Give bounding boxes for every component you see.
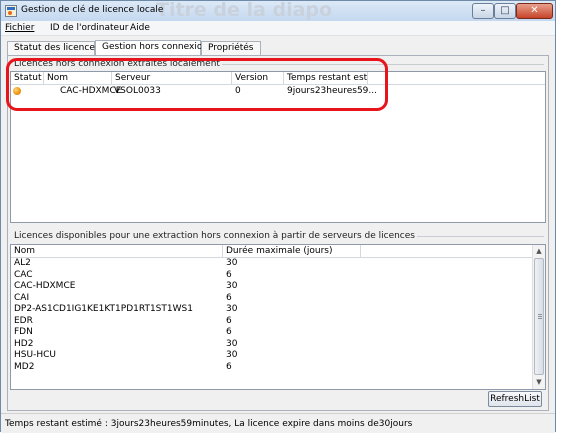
grip: [538, 316, 542, 317]
row-remaining: 9jours23heures59...: [287, 86, 377, 96]
row-name: CAC: [14, 269, 33, 280]
row-max-days: 30: [226, 338, 238, 349]
minimize-icon: –: [480, 5, 486, 16]
minimize-button[interactable]: –: [472, 3, 494, 19]
tab-panel: Licences hors connexion extraites locale…: [7, 55, 549, 411]
list-header: Statut Nom Serveur Version Temps restant…: [11, 72, 545, 85]
row-max-days: 6: [226, 315, 232, 326]
status-orange-icon: [13, 87, 21, 95]
row-server: VSOL0033: [114, 86, 161, 96]
local-licences-group-label: Licences hors connexion extraites locale…: [12, 59, 222, 69]
tab-statut-licences[interactable]: Statut des licences: [7, 41, 100, 55]
row-max-days: 6: [226, 327, 232, 337]
row-version: 0: [235, 86, 241, 96]
maximize-button[interactable]: □: [494, 3, 516, 19]
row-name: HD2: [14, 338, 34, 349]
row-max-days: 6: [226, 269, 232, 280]
row-name: FDN: [14, 327, 33, 337]
scrollbar[interactable]: ▲ ▼: [532, 245, 545, 389]
app-window: Titre de la diapo Gestion de clé de lice…: [0, 0, 556, 433]
server-licences-list[interactable]: Nom Durée maximale (jours) AL2 30 CAC 6 CAC-…: [10, 244, 546, 390]
row-name: DP2-AS1CD1IG1KE1KT1PD1RT1ST1WS1: [14, 304, 193, 314]
row-max-days: 30: [226, 281, 238, 291]
row-max-days: 6: [226, 292, 232, 303]
scroll-up-icon[interactable]: ▲: [533, 245, 545, 257]
row-max-days: 30: [226, 304, 238, 314]
grip: [538, 318, 542, 319]
maximize-icon: □: [500, 5, 510, 16]
local-licences-list[interactable]: Statut Nom Serveur Version Temps restant…: [10, 71, 546, 223]
window-title: Gestion de clé de licence locale: [21, 5, 164, 15]
close-icon: ✕: [530, 5, 539, 16]
tab-label: Gestion hors connexion: [102, 42, 209, 52]
tab-proprietes[interactable]: Propriétés: [201, 41, 261, 55]
row-max-days: 30: [226, 258, 238, 268]
refresh-list-button[interactable]: RefreshList: [488, 391, 542, 407]
close-button[interactable]: ✕: [516, 3, 553, 19]
column-header-nom[interactable]: Nom: [44, 72, 112, 84]
list-header: Nom Durée maximale (jours): [11, 245, 545, 258]
column-header-version[interactable]: Version: [232, 72, 284, 84]
row-name: AL2: [14, 258, 31, 268]
tab-label: Propriétés: [208, 43, 254, 53]
column-header-nom[interactable]: Nom: [11, 245, 223, 257]
menu-bar: Fichier ID de l'ordinateur Aide: [1, 21, 555, 36]
menu-id-ordinateur[interactable]: ID de l'ordinateur: [50, 23, 128, 33]
column-header-duree-max[interactable]: Durée maximale (jours): [223, 245, 361, 257]
row-max-days: 6: [226, 361, 232, 372]
row-name: CAC-HDXMCE: [14, 281, 76, 291]
row-max-days: 30: [226, 350, 238, 360]
menu-fichier[interactable]: Fichier: [5, 23, 34, 33]
grip: [538, 314, 542, 315]
column-header-temps-restant[interactable]: Temps restant esti...: [284, 72, 368, 84]
tab-gestion-hors-connexion[interactable]: Gestion hors connexion: [95, 40, 208, 56]
status-bar: Temps restant estimé : 3jours23heures59m…: [1, 413, 555, 433]
column-header-serveur[interactable]: Serveur: [112, 72, 232, 84]
row-name: CAC-HDXMCE: [60, 86, 122, 96]
server-licences-group-label: Licences disponibles pour une extraction…: [12, 231, 417, 241]
background-slide-title: Titre de la diapo: [156, 0, 333, 21]
row-name: EDR: [14, 315, 33, 326]
tab-label: Statut des licences: [14, 43, 100, 53]
column-header-statut[interactable]: Statut: [11, 72, 44, 84]
menu-aide[interactable]: Aide: [130, 23, 150, 33]
row-name: HSU-HCU: [14, 350, 56, 360]
row-name: MD2: [14, 361, 35, 372]
scrollbar-thumb[interactable]: [534, 258, 544, 375]
status-text: Temps restant estimé : 3jours23heures59m…: [5, 419, 413, 429]
scroll-down-icon[interactable]: ▼: [533, 376, 545, 388]
app-icon: [5, 5, 17, 17]
row-name: CAI: [14, 292, 30, 303]
title-bar[interactable]: Titre de la diapo Gestion de clé de lice…: [1, 0, 555, 21]
